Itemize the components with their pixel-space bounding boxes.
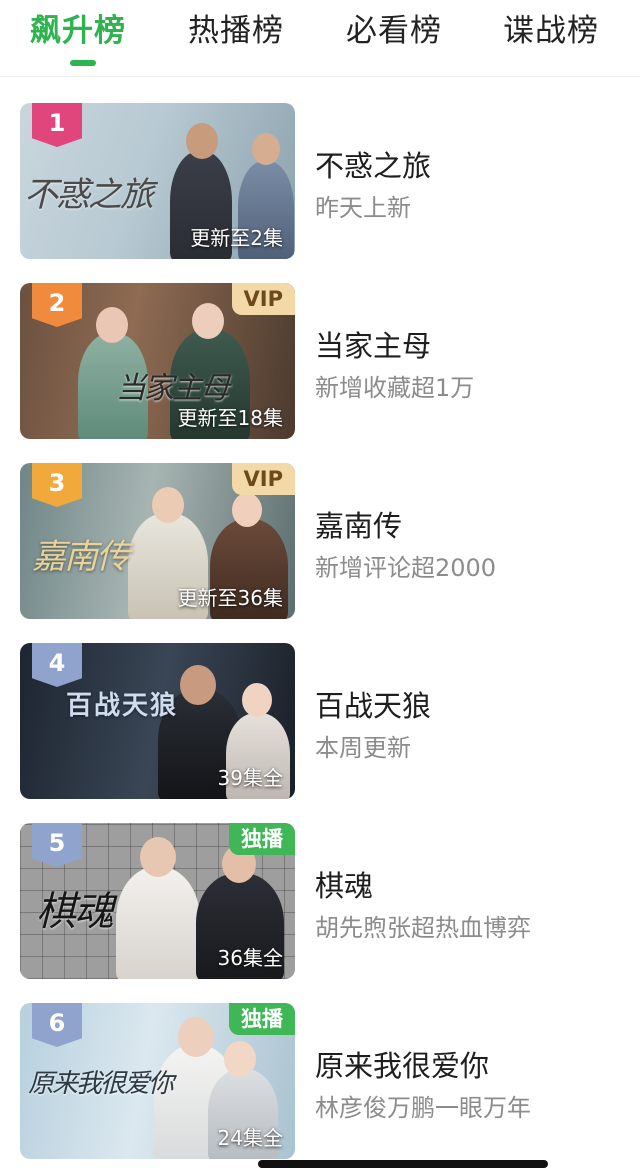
poster-image[interactable]: 当家主母 2 VIP 更新至18集 bbox=[20, 283, 295, 439]
drama-subtitle: 本周更新 bbox=[315, 734, 411, 762]
rank-badge: 6 bbox=[32, 1003, 82, 1047]
poster-figure-head bbox=[178, 1017, 214, 1057]
poster-image[interactable]: 嘉南传 3 VIP 更新至36集 bbox=[20, 463, 295, 619]
poster-image[interactable]: 百战天狼 4 39集全 bbox=[20, 643, 295, 799]
episode-label: 更新至36集 bbox=[177, 586, 283, 610]
drama-subtitle: 胡先煦张超热血博弈 bbox=[315, 914, 531, 942]
drama-title[interactable]: 当家主母 bbox=[315, 327, 431, 365]
poster-image[interactable]: 不惑之旅 1 更新至2集 bbox=[20, 103, 295, 259]
tab-must-watch[interactable]: 必看榜 bbox=[346, 10, 442, 52]
poster-title-art: 当家主母 bbox=[116, 371, 230, 406]
poster-figure-head bbox=[192, 303, 224, 339]
list-item[interactable]: 原来我很爱你 6 独播 24集全 原来我很爱你 林彦俊万鹏一眼万年 bbox=[0, 1003, 640, 1159]
poster-image[interactable]: 原来我很爱你 6 独播 24集全 bbox=[20, 1003, 295, 1159]
vip-badge: VIP bbox=[231, 463, 295, 495]
rank-badge: 4 bbox=[32, 643, 82, 687]
exclusive-badge: 独播 bbox=[229, 1003, 295, 1035]
poster-title-art: 嘉南传 bbox=[32, 537, 130, 577]
list-item[interactable]: 百战天狼 4 39集全 百战天狼 本周更新 bbox=[0, 643, 640, 799]
poster-figure-head bbox=[232, 493, 262, 527]
tab-hot[interactable]: 热播榜 bbox=[188, 10, 284, 52]
poster-figure-head bbox=[252, 133, 280, 165]
list-item[interactable]: 当家主母 2 VIP 更新至18集 当家主母 新增收藏超1万 bbox=[0, 283, 640, 439]
poster-figure-head bbox=[186, 123, 218, 159]
poster-title-art: 不惑之旅 bbox=[24, 175, 154, 215]
poster-figure-head bbox=[152, 487, 184, 523]
poster-figure bbox=[116, 867, 200, 979]
tab-rising[interactable]: 飙升榜 bbox=[30, 10, 126, 52]
poster-image[interactable]: 棋魂 5 独播 36集全 bbox=[20, 823, 295, 979]
drama-subtitle: 昨天上新 bbox=[315, 194, 411, 222]
list-item[interactable]: 棋魂 5 独播 36集全 棋魂 胡先煦张超热血博弈 bbox=[0, 823, 640, 979]
drama-title[interactable]: 原来我很爱你 bbox=[315, 1047, 489, 1085]
poster-figure-head bbox=[96, 307, 128, 343]
poster-figure-head bbox=[140, 837, 176, 877]
drama-subtitle: 林彦俊万鹏一眼万年 bbox=[315, 1094, 531, 1122]
rank-badge: 5 bbox=[32, 823, 82, 867]
episode-label: 更新至18集 bbox=[177, 406, 283, 430]
poster-figure-head bbox=[180, 665, 216, 705]
ranking-tab-bar: 飙升榜 热播榜 必看榜 谍战榜 bbox=[0, 0, 640, 77]
poster-title-art: 百战天狼 bbox=[66, 691, 179, 721]
episode-label: 更新至2集 bbox=[190, 226, 283, 250]
home-indicator[interactable] bbox=[258, 1160, 548, 1168]
vip-badge: VIP bbox=[231, 283, 295, 315]
drama-title[interactable]: 棋魂 bbox=[315, 867, 373, 905]
episode-label: 24集全 bbox=[217, 1126, 283, 1150]
tab-spy[interactable]: 谍战榜 bbox=[503, 10, 599, 52]
drama-subtitle: 新增评论超2000 bbox=[315, 554, 497, 582]
episode-label: 39集全 bbox=[217, 766, 283, 790]
drama-title[interactable]: 百战天狼 bbox=[315, 687, 431, 725]
poster-title-art: 棋魂 bbox=[36, 889, 114, 935]
drama-title[interactable]: 嘉南传 bbox=[315, 507, 402, 545]
poster-title-art: 原来我很爱你 bbox=[28, 1069, 174, 1099]
list-item[interactable]: 嘉南传 3 VIP 更新至36集 嘉南传 新增评论超2000 bbox=[0, 463, 640, 619]
drama-title[interactable]: 不惑之旅 bbox=[315, 147, 431, 185]
list-item[interactable]: 不惑之旅 1 更新至2集 不惑之旅 昨天上新 bbox=[0, 103, 640, 259]
active-tab-indicator bbox=[70, 60, 96, 66]
rank-badge: 1 bbox=[32, 103, 82, 147]
poster-figure-head bbox=[224, 1041, 256, 1077]
poster-figure-head bbox=[242, 683, 272, 717]
episode-label: 36集全 bbox=[217, 946, 283, 970]
rank-badge: 2 bbox=[32, 283, 82, 327]
drama-subtitle: 新增收藏超1万 bbox=[315, 374, 475, 402]
rank-badge: 3 bbox=[32, 463, 82, 507]
exclusive-badge: 独播 bbox=[229, 823, 295, 855]
